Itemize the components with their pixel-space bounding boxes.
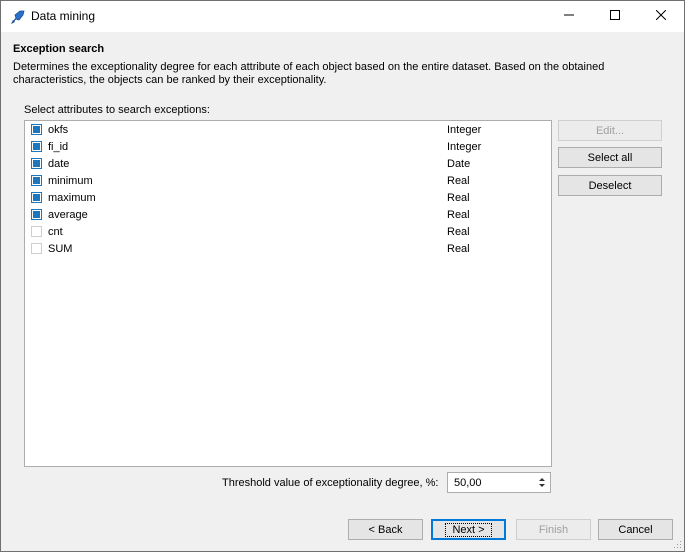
attributes-list-label: Select attributes to search exceptions: — [24, 104, 210, 116]
attribute-type: Real — [447, 226, 470, 238]
next-button-label: Next > — [445, 522, 492, 537]
wizard-content: Exception search Determines the exceptio… — [1, 32, 684, 551]
title-bar[interactable]: Data mining — [1, 1, 684, 32]
back-button[interactable]: < Back — [348, 519, 423, 540]
cancel-button[interactable]: Cancel — [598, 519, 673, 540]
threshold-label: Threshold value of exceptionality degree… — [222, 477, 439, 489]
close-button[interactable] — [638, 1, 684, 32]
attribute-type: Real — [447, 243, 470, 255]
attribute-name: maximum — [48, 192, 96, 204]
attribute-name: fi_id — [48, 141, 69, 153]
attribute-name: SUM — [48, 243, 73, 255]
attribute-type: Date — [447, 158, 471, 170]
attribute-type: Real — [447, 175, 470, 187]
list-item[interactable]: cnt Real — [25, 224, 551, 241]
attributes-list[interactable]: okfs Integer fi_id Integer date Date min… — [24, 120, 552, 467]
attribute-type: Integer — [447, 141, 482, 153]
list-item[interactable]: SUM Real — [25, 241, 551, 258]
data-mining-icon — [10, 9, 26, 25]
list-item[interactable]: average Real — [25, 207, 551, 224]
spin-arrows-icon[interactable] — [538, 475, 546, 490]
attribute-checkbox[interactable] — [31, 158, 42, 169]
attribute-type: Real — [447, 209, 470, 221]
resize-grip-icon[interactable] — [672, 539, 682, 549]
list-item[interactable]: okfs Integer — [25, 122, 551, 139]
list-item[interactable]: maximum Real — [25, 190, 551, 207]
select-all-button[interactable]: Select all — [558, 147, 662, 168]
attribute-name: cnt — [48, 226, 63, 238]
list-item[interactable]: date Date — [25, 156, 551, 173]
attribute-name: okfs — [48, 124, 69, 136]
maximize-button[interactable] — [592, 1, 638, 32]
attribute-checkbox[interactable] — [31, 192, 42, 203]
page-heading: Exception search — [13, 43, 105, 55]
attribute-checkbox[interactable] — [31, 243, 42, 254]
list-item[interactable]: fi_id Integer — [25, 139, 551, 156]
attribute-checkbox[interactable] — [31, 175, 42, 186]
attribute-checkbox[interactable] — [31, 124, 42, 135]
minimize-icon — [564, 10, 574, 23]
threshold-value: 50,00 — [454, 477, 482, 489]
close-icon — [655, 9, 667, 23]
next-button[interactable]: Next > — [431, 519, 506, 540]
page-description: Determines the exceptionality degree for… — [13, 61, 605, 86]
attribute-name: average — [48, 209, 88, 221]
minimize-button[interactable] — [546, 1, 592, 32]
attribute-checkbox[interactable] — [31, 141, 42, 152]
deselect-button[interactable]: Deselect — [558, 175, 662, 196]
data-mining-window: Data mining Exception search Determines … — [0, 0, 685, 552]
attribute-type: Integer — [447, 124, 482, 136]
attribute-type: Real — [447, 192, 470, 204]
finish-button[interactable]: Finish — [516, 519, 591, 540]
attribute-name: minimum — [48, 175, 93, 187]
threshold-spinbox[interactable]: 50,00 — [447, 472, 551, 493]
edit-button[interactable]: Edit... — [558, 120, 662, 141]
attribute-checkbox[interactable] — [31, 226, 42, 237]
list-item[interactable]: minimum Real — [25, 173, 551, 190]
attribute-checkbox[interactable] — [31, 209, 42, 220]
maximize-icon — [610, 10, 620, 23]
window-title: Data mining — [31, 9, 96, 23]
attribute-name: date — [48, 158, 70, 170]
